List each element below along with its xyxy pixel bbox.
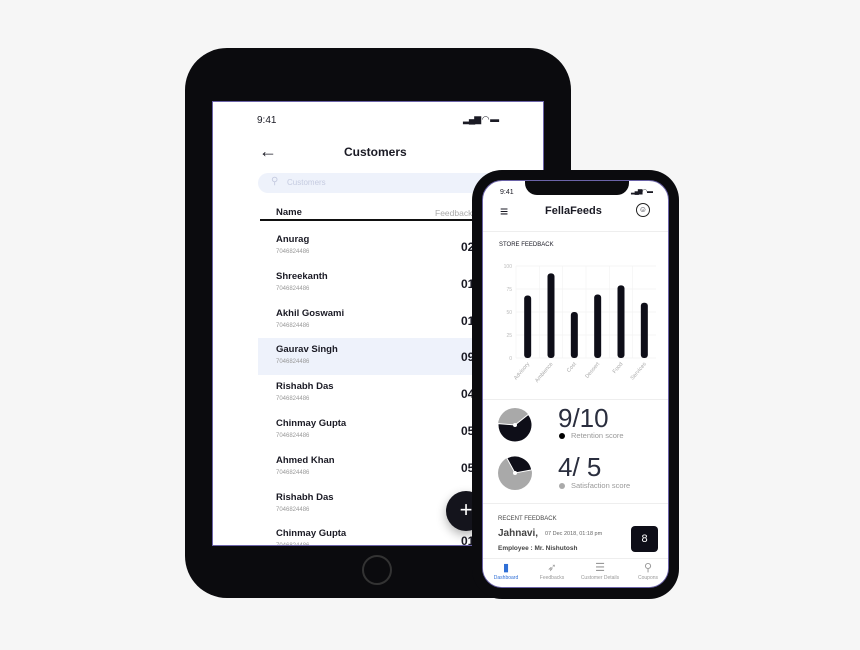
retention-score-value: 9/10 [558,403,609,433]
tab-dashboard[interactable]: ▮ Dashboard [483,559,529,587]
satisfaction-legend-dot [559,483,565,489]
bottom-tab-bar: ▮ Dashboard ➶ Feedbacks ☰ Customer Details … [483,558,668,587]
satisfaction-score-label: Satisfaction score [571,481,631,490]
dashboard-icon: ▮ [502,562,510,574]
status-time: 9:41 [257,115,277,126]
tab-coupons[interactable]: ⚲ Coupons [625,559,668,587]
customer-phone: 7046824486 [276,285,310,292]
customer-phone: 7046824486 [276,433,310,439]
layers-icon: ☰ [595,562,605,574]
x-tick-label: Cost [566,361,578,374]
column-header-feedback[interactable]: Feedback [435,208,472,218]
column-header-name[interactable]: Name [276,207,302,218]
customer-phone: 7046824486 [276,249,310,255]
retention-pie-chart [497,408,533,443]
satisfaction-pie-chart [498,455,533,490]
customer-name: Shreekanth [276,270,328,282]
x-tick-label: Services [630,361,648,381]
customer-name: Ahmed Khan [276,454,335,466]
phone-screen: 9:41 ▂▄▆ ◠ ▬ ≡ FellaFeeds ☺ STORE FEEDBA… [482,180,669,588]
y-tick-label: 25 [506,333,512,339]
retention-legend-dot [559,433,565,439]
search-icon: ⚲ [271,176,279,187]
y-tick-label: 100 [504,264,513,270]
bar-cost[interactable] [570,312,578,358]
status-icons: ▂▄▆ ◠ ▬ [463,114,499,124]
retention-score-label: Retention score [571,431,624,440]
x-tick-label: Dessert [584,361,601,380]
customer-phone: 7046824486 [276,543,309,545]
feedback-score-badge: 8 [631,526,658,552]
recent-feedback-name[interactable]: Jahnavi, [498,528,538,539]
store-feedback-title: STORE FEEDBACK [499,242,554,248]
recent-feedback-date: 07 Dec 2018, 01:18 pm [545,531,603,537]
x-tick-label: Food [612,361,625,374]
customer-phone: 7046824486 [276,359,310,366]
customer-name: Rishabh Das [276,381,334,393]
customer-phone: 7046824486 [276,506,310,513]
customer-phone: 7046824486 [276,469,310,476]
search-icon: ⚲ [643,562,653,574]
bar-services[interactable] [640,302,648,358]
rocket-icon: ➶ [547,562,557,574]
customer-name: Rishabh Das [276,491,334,503]
menu-icon[interactable]: ≡ [500,203,508,219]
home-button[interactable] [362,555,392,585]
x-tick-label: Advisory [513,361,531,381]
bar-dessert[interactable] [594,294,602,358]
customer-phone: 7046824486 [276,322,310,329]
user-profile-icon[interactable]: ☺ [636,203,650,217]
y-tick-label: 0 [509,356,512,362]
bar-ambience[interactable] [547,273,555,358]
customer-name: Chinmay Gupta [276,528,347,540]
bar-advisory[interactable] [524,295,532,358]
y-tick-label: 75 [506,287,512,293]
back-arrow-icon[interactable]: ← [259,141,277,162]
recent-feedback-employee: Employee : Mr. Nishutosh [498,545,578,552]
y-tick-label: 50 [506,310,512,316]
x-tick-label: Ambience [534,361,554,384]
customer-name: Akhil Goswami [276,307,345,319]
status-time: 9:41 [500,189,514,196]
bar-food[interactable] [617,285,625,358]
satisfaction-score-value: 4/ 5 [558,452,602,482]
phone-notch [525,181,629,195]
customer-name: Chinmay Gupta [276,418,347,429]
customer-name: Gaurav Singh [276,344,338,356]
store-feedback-chart: 0 25 50 75 100 Advisory Ambience Cost Dessert Foo… [504,264,656,384]
recent-feedback-title: RECENT FEEDBACK [498,516,557,522]
status-icons: ▂▄▆ ◠ ▬ [631,189,653,195]
customer-name: Anurag [276,234,310,245]
app-title: FellaFeeds [545,205,602,217]
page-title: Customers [344,145,407,159]
customer-phone: 7046824486 [276,396,310,403]
tab-customer-details[interactable]: ☰ Customer Details [575,559,625,587]
tab-feedbacks[interactable]: ➶ Feedbacks [529,559,575,587]
